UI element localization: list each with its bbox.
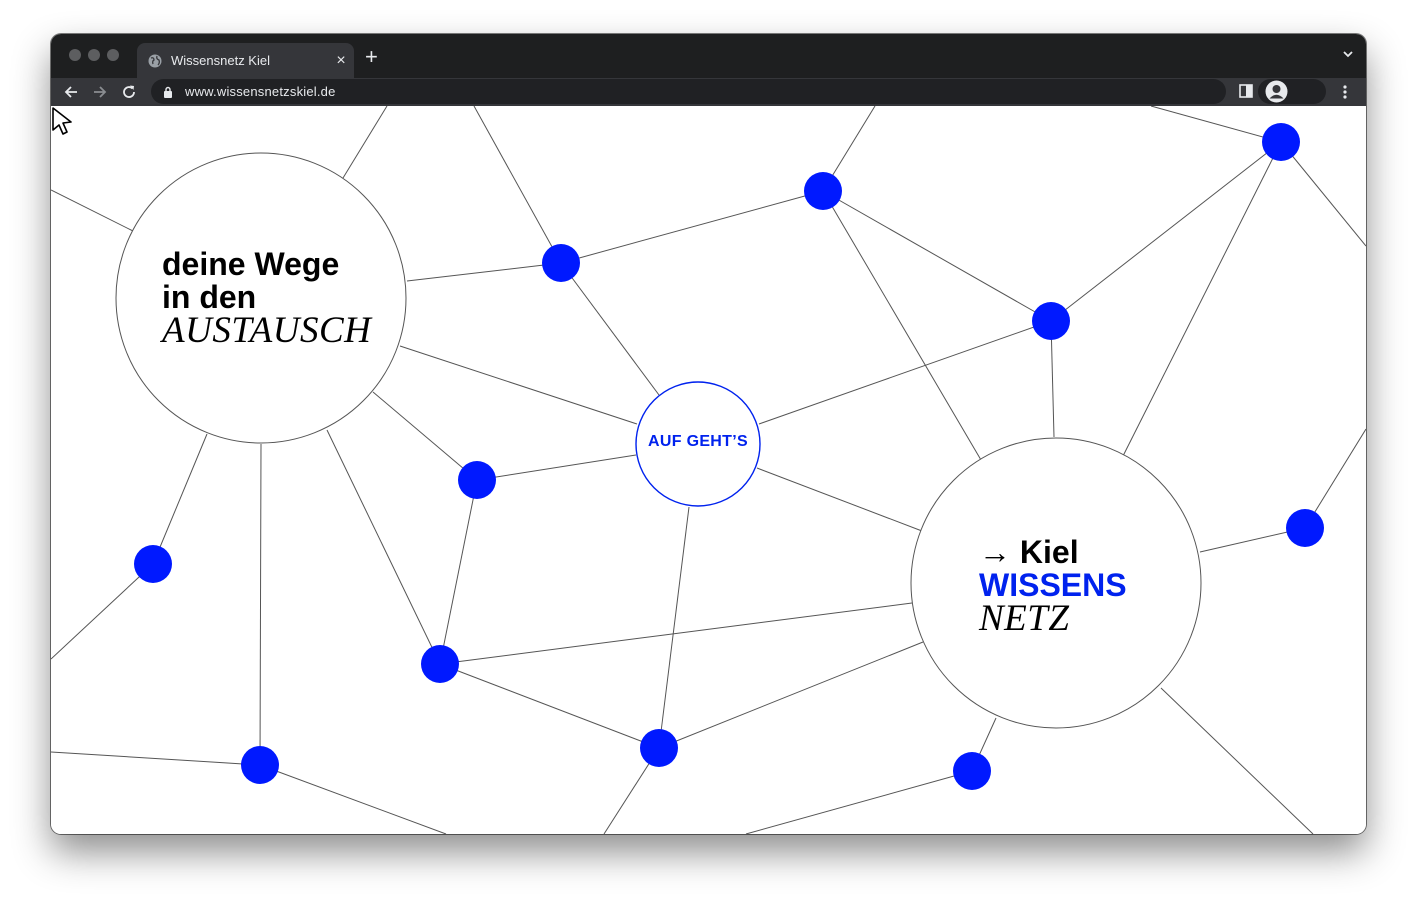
globe-icon (148, 54, 162, 67)
sidebar-icon[interactable] (1239, 84, 1253, 98)
browser-window: Wissensnetz Kiel × + www.wissensnetzskie… (51, 34, 1366, 834)
cta-button[interactable]: AUF GEHT’S (636, 380, 760, 504)
network-node[interactable] (1032, 302, 1070, 340)
back-arrow-icon[interactable] (62, 83, 80, 101)
address-bar[interactable]: www.wissensnetzskiel.de (151, 79, 1226, 104)
network-node[interactable] (804, 172, 842, 210)
hero-line-1: deine Wege (162, 246, 340, 282)
url-text: www.wissensnetzskiel.de (185, 84, 336, 99)
window-zoom-dot[interactable] (107, 49, 119, 61)
close-icon[interactable]: × (328, 52, 354, 69)
toolbar: www.wissensnetzskiel.de (51, 78, 1366, 106)
network-node[interactable] (1286, 509, 1324, 547)
network-node[interactable] (953, 752, 991, 790)
mouse-cursor-icon (52, 107, 72, 135)
lock-icon[interactable] (163, 86, 173, 98)
profile-icon (1265, 80, 1288, 103)
network-node[interactable] (542, 244, 580, 282)
brand-word-2: NETZ (979, 598, 1070, 639)
network-node[interactable] (421, 645, 459, 683)
brand-line-1: → Kiel (979, 536, 1127, 569)
network-node[interactable] (458, 461, 496, 499)
hero-heading: deine Wege in den AUSTAUSCH (162, 246, 372, 351)
page-content: deine Wege in den AUSTAUSCH AUF GEHT’S →… (51, 106, 1366, 834)
brand-logo[interactable]: → Kiel WISSENS NETZ (979, 536, 1127, 639)
tab-bar: Wissensnetz Kiel × + (51, 34, 1366, 78)
window-close-dot[interactable] (69, 49, 81, 61)
forward-arrow-icon[interactable] (91, 83, 109, 101)
new-tab-button[interactable]: + (365, 46, 378, 68)
network-node[interactable] (640, 729, 678, 767)
profile-button[interactable] (1258, 79, 1326, 104)
cta-label: AUF GEHT’S (648, 433, 748, 450)
network-node[interactable] (1262, 123, 1300, 161)
tab-title: Wissensnetz Kiel (171, 53, 270, 68)
brand-city: Kiel (1019, 534, 1079, 570)
hero-line-3: AUSTAUSCH (162, 310, 372, 351)
network-node[interactable] (241, 746, 279, 784)
right-arrow-icon: → (979, 534, 1011, 570)
browser-tab[interactable]: Wissensnetz Kiel × (137, 43, 354, 78)
window-minimize-dot[interactable] (88, 49, 100, 61)
network-node[interactable] (134, 545, 172, 583)
kebab-menu-icon[interactable] (1341, 84, 1349, 100)
reload-icon[interactable] (120, 83, 138, 101)
chevron-down-icon[interactable] (1342, 48, 1354, 60)
